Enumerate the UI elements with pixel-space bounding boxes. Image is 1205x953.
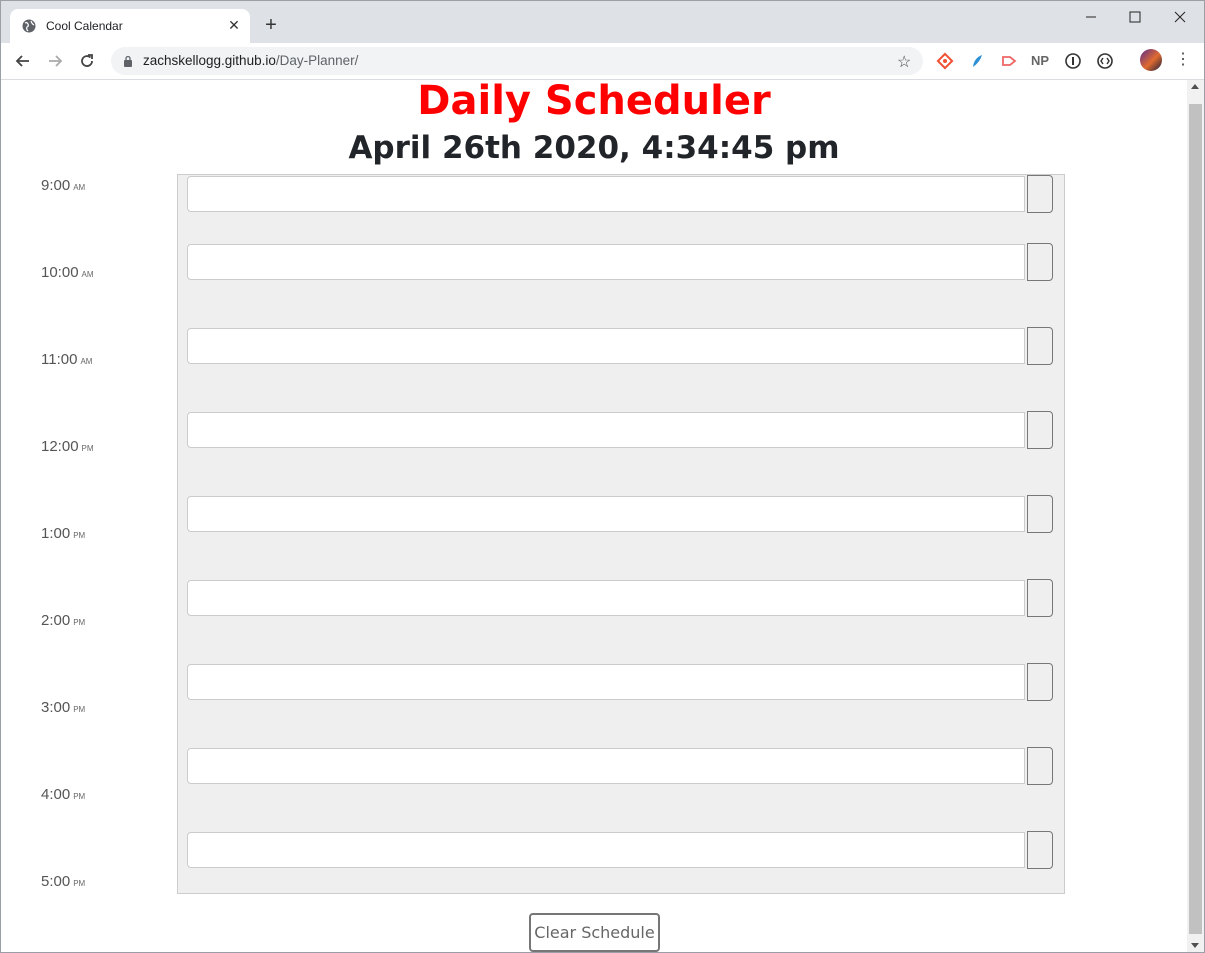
hour-period: AM bbox=[80, 357, 93, 366]
save-button-9am[interactable] bbox=[1027, 175, 1053, 213]
globe-icon bbox=[22, 19, 36, 33]
vertical-scrollbar[interactable] bbox=[1187, 80, 1204, 952]
page-title: Daily Scheduler bbox=[417, 80, 771, 124]
hour-period: AM bbox=[73, 183, 86, 192]
address-bar[interactable]: zachskellogg.github.io/Day-Planner/ ☆ bbox=[111, 47, 923, 75]
hour-period: PM bbox=[73, 879, 86, 888]
maximize-icon[interactable] bbox=[1120, 7, 1150, 27]
hour-time: 4:00 bbox=[41, 786, 71, 803]
forward-icon[interactable] bbox=[45, 51, 65, 71]
hour-label-2pm: 2:00 PM bbox=[41, 612, 121, 629]
back-icon[interactable] bbox=[13, 51, 33, 71]
save-button-10am[interactable] bbox=[1027, 243, 1053, 281]
url-host: zachskellogg.github.io bbox=[143, 53, 276, 68]
profile-avatar[interactable] bbox=[1140, 49, 1162, 71]
hour-label-9am: 9:00 AM bbox=[41, 177, 121, 194]
event-input-5pm[interactable] bbox=[187, 832, 1025, 868]
code-ext-icon[interactable] bbox=[1096, 52, 1114, 70]
git-icon[interactable] bbox=[936, 52, 954, 70]
scroll-thumb[interactable] bbox=[1189, 104, 1202, 934]
event-input-3pm[interactable] bbox=[187, 664, 1025, 700]
hour-label-3pm: 3:00 PM bbox=[41, 699, 121, 716]
minimize-icon[interactable] bbox=[1076, 7, 1106, 27]
event-input-10am[interactable] bbox=[187, 244, 1025, 280]
hour-time: 12:00 bbox=[41, 438, 79, 455]
np-extension-icon[interactable]: NP bbox=[1031, 52, 1049, 70]
event-input-1pm[interactable] bbox=[187, 496, 1025, 532]
hour-period: PM bbox=[73, 792, 86, 801]
hour-time: 5:00 bbox=[41, 873, 71, 890]
lock-icon bbox=[124, 55, 132, 67]
schedule-panel bbox=[177, 174, 1065, 894]
save-button-11am[interactable] bbox=[1027, 327, 1053, 365]
event-input-2pm[interactable] bbox=[187, 580, 1025, 616]
reload-icon[interactable] bbox=[77, 51, 97, 71]
hour-label-12pm: 12:00 PM bbox=[41, 438, 121, 455]
close-window-icon[interactable] bbox=[1165, 7, 1195, 27]
hour-period: PM bbox=[73, 531, 86, 540]
save-button-1pm[interactable] bbox=[1027, 495, 1053, 533]
browser-toolbar: zachskellogg.github.io/Day-Planner/ ☆ NP… bbox=[1, 43, 1204, 80]
info-ext-icon[interactable] bbox=[1064, 52, 1082, 70]
hour-period: PM bbox=[73, 705, 86, 714]
save-button-12pm[interactable] bbox=[1027, 411, 1053, 449]
save-button-3pm[interactable] bbox=[1027, 663, 1053, 701]
hour-period: PM bbox=[81, 444, 94, 453]
tab-cool-calendar[interactable]: Cool Calendar ✕ bbox=[10, 9, 250, 44]
hour-time: 3:00 bbox=[41, 699, 71, 716]
close-tab-icon[interactable]: ✕ bbox=[226, 17, 242, 33]
hour-time: 11:00 bbox=[41, 351, 78, 368]
hour-label-11am: 11:00 AM bbox=[41, 351, 121, 368]
arrow-ext-icon[interactable] bbox=[1000, 52, 1018, 70]
scroll-up-arrow-icon[interactable] bbox=[1191, 84, 1199, 89]
page-content: Daily Scheduler April 26th 2020, 4:34:45… bbox=[1, 80, 1187, 952]
hour-period: AM bbox=[81, 270, 94, 279]
event-input-9am[interactable] bbox=[187, 176, 1025, 212]
hour-time: 2:00 bbox=[41, 612, 71, 629]
hour-period: PM bbox=[73, 618, 86, 627]
new-tab-icon[interactable]: + bbox=[259, 15, 283, 39]
hour-label-4pm: 4:00 PM bbox=[41, 786, 121, 803]
hour-label-5pm: 5:00 PM bbox=[41, 873, 121, 890]
event-input-11am[interactable] bbox=[187, 328, 1025, 364]
hour-time: 1:00 bbox=[41, 525, 71, 542]
save-button-2pm[interactable] bbox=[1027, 579, 1053, 617]
hour-label-10am: 10:00 AM bbox=[41, 264, 121, 281]
url-text: zachskellogg.github.io/Day-Planner/ bbox=[143, 53, 358, 68]
clear-schedule-button[interactable]: Clear Schedule bbox=[529, 913, 660, 952]
current-datetime: April 26th 2020, 4:34:45 pm bbox=[348, 130, 840, 166]
url-path: /Day-Planner/ bbox=[275, 53, 359, 68]
event-input-12pm[interactable] bbox=[187, 412, 1025, 448]
bookmark-star-icon[interactable]: ☆ bbox=[897, 52, 911, 72]
tab-title: Cool Calendar bbox=[46, 19, 123, 33]
event-input-4pm[interactable] bbox=[187, 748, 1025, 784]
hour-label-1pm: 1:00 PM bbox=[41, 525, 121, 542]
save-button-5pm[interactable] bbox=[1027, 831, 1053, 869]
scroll-down-arrow-icon[interactable] bbox=[1191, 943, 1199, 948]
feather-icon[interactable] bbox=[968, 52, 986, 70]
menu-icon[interactable]: ⋮ bbox=[1175, 49, 1191, 71]
hour-time: 10:00 bbox=[41, 264, 79, 281]
tab-strip: Cool Calendar ✕ + bbox=[1, 1, 1204, 44]
hour-time: 9:00 bbox=[41, 177, 71, 194]
save-button-4pm[interactable] bbox=[1027, 747, 1053, 785]
